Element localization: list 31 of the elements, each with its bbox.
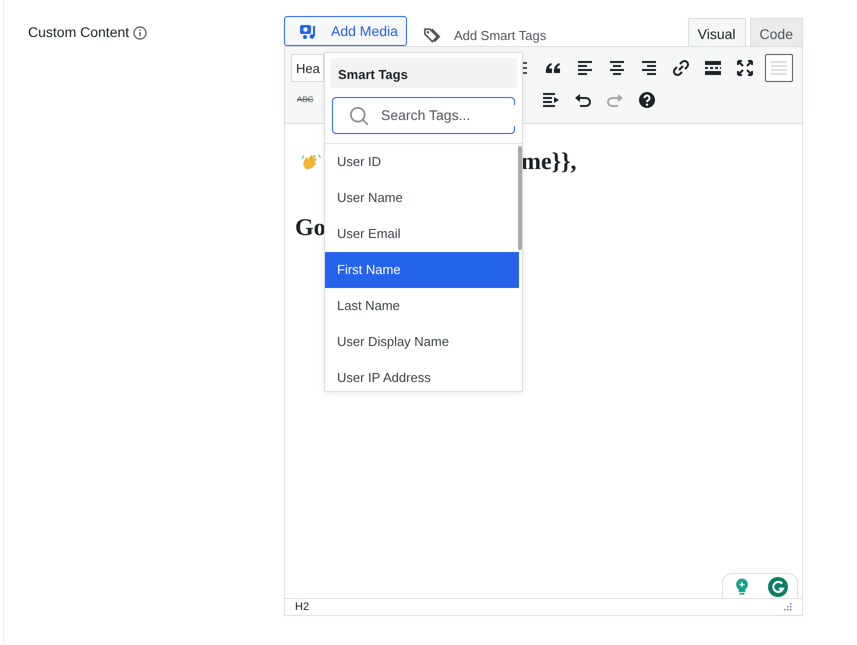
smart-tag-item[interactable]: User Display Name	[325, 324, 519, 360]
info-icon[interactable]	[133, 26, 148, 40]
add-media-button[interactable]: Add Media	[284, 16, 407, 46]
greeting-heading: me}},	[521, 148, 577, 177]
smart-tag-item[interactable]: User ID	[325, 144, 519, 180]
resize-grip-icon[interactable]	[784, 603, 792, 611]
fullscreen-icon[interactable]	[735, 58, 755, 78]
help-icon[interactable]	[637, 90, 658, 110]
smart-tag-item[interactable]: Last Name	[325, 288, 519, 324]
editor-tab[interactable]: Code	[750, 18, 803, 46]
body-heading: Go	[295, 214, 326, 243]
indent-icon[interactable]	[541, 90, 562, 110]
smart-tag-item[interactable]: User Name	[325, 180, 519, 216]
toolbar-toggle-button[interactable]	[765, 54, 793, 82]
read-more-icon[interactable]	[703, 58, 723, 78]
align-center-icon[interactable]	[607, 58, 627, 78]
grammar-checker-icon[interactable]	[768, 577, 788, 597]
link-icon[interactable]	[671, 58, 691, 78]
dropdown-title: Smart Tags	[330, 58, 517, 88]
smart-tag-item[interactable]: First Name	[325, 252, 519, 288]
editor-tab[interactable]: Visual	[688, 18, 746, 46]
align-right-icon[interactable]	[639, 58, 659, 78]
align-left-icon[interactable]	[575, 58, 595, 78]
field-label: Custom Content	[28, 23, 130, 42]
search-icon[interactable]	[349, 106, 369, 126]
smart-tag-item[interactable]: User Email	[325, 216, 519, 252]
format-select[interactable]: Hea	[291, 54, 324, 82]
strikethrough-button[interactable]: ABC	[297, 94, 314, 106]
status-path: H2	[295, 600, 310, 615]
add-smart-tags-button[interactable]: Add Smart Tags	[406, 26, 556, 46]
smart-tag-item[interactable]: User IP Address	[325, 360, 519, 391]
